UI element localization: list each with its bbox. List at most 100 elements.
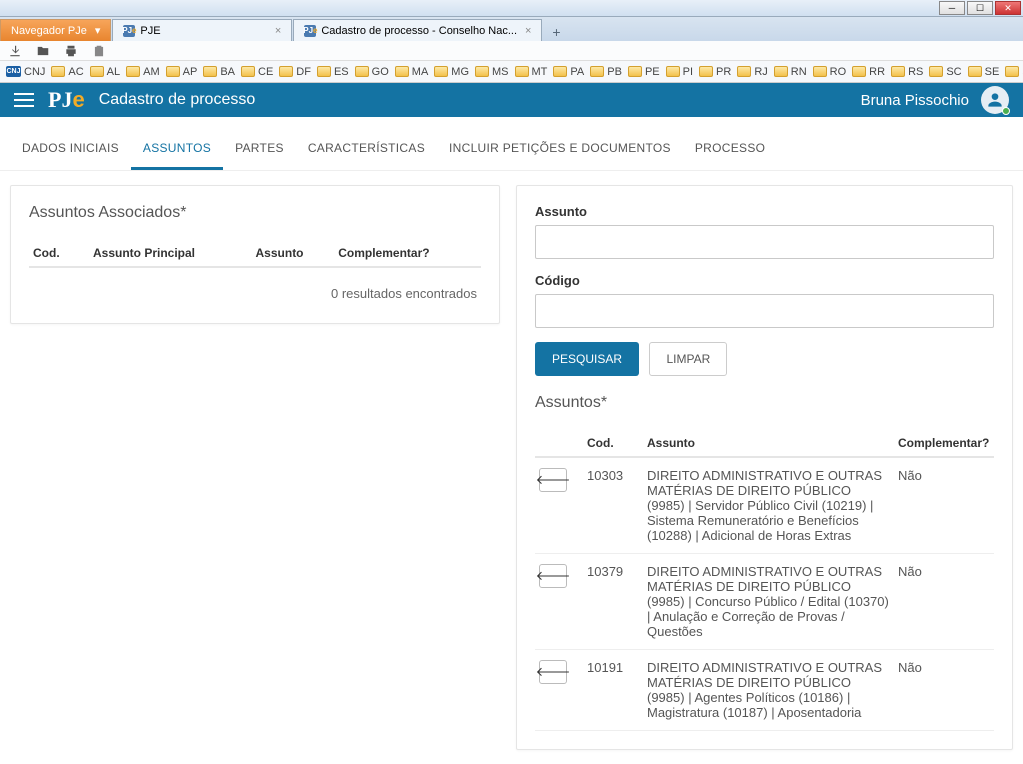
cell-cod: 10191	[583, 650, 643, 731]
folder-icon	[666, 66, 680, 77]
folder-icon	[51, 66, 65, 77]
bookmark-item[interactable]: MA	[395, 66, 429, 78]
col-cod: Cod.	[29, 240, 89, 267]
bookmark-item[interactable]: SC	[929, 66, 961, 78]
tab-dados-iniciais[interactable]: DADOS INICIAIS	[10, 135, 131, 170]
bookmark-item[interactable]: RS	[891, 66, 923, 78]
bookmark-item[interactable]: GO	[355, 66, 389, 78]
user-icon	[985, 90, 1005, 110]
folder-icon[interactable]	[36, 44, 50, 58]
table-row: 🡐 10191 DIREITO ADMINISTRATIVO E OUTRAS …	[535, 650, 994, 731]
bookmark-item[interactable]: RR	[852, 66, 885, 78]
bookmark-label: AC	[68, 66, 83, 78]
window-close-button[interactable]: ✕	[995, 1, 1021, 15]
folder-icon	[126, 66, 140, 77]
bookmark-item[interactable]: ES	[317, 66, 349, 78]
folder-icon	[279, 66, 293, 77]
add-assunto-button[interactable]: 🡐	[539, 660, 567, 684]
bookmark-label: AP	[183, 66, 198, 78]
bookmark-item[interactable]: RO	[813, 66, 847, 78]
bookmark-item[interactable]: SE	[968, 66, 1000, 78]
tab-partes[interactable]: PARTES	[223, 135, 296, 170]
bookmark-item[interactable]: AP	[166, 66, 198, 78]
add-assunto-button[interactable]: 🡐	[539, 468, 567, 492]
cell-cod: 10379	[583, 554, 643, 650]
print-icon[interactable]	[64, 44, 78, 58]
close-icon[interactable]: ×	[525, 25, 531, 37]
bookmark-label: RJ	[754, 66, 767, 78]
bookmark-label: MG	[451, 66, 469, 78]
browser-tab-cadastro[interactable]: PJe Cadastro de processo - Conselho Nac.…	[293, 19, 542, 41]
tab-assuntos[interactable]: ASSUNTOS	[131, 135, 223, 170]
folder-icon	[628, 66, 642, 77]
bookmark-item[interactable]: SP	[1005, 66, 1023, 78]
bookmark-item[interactable]: DF	[279, 66, 311, 78]
bookmark-item[interactable]: PA	[553, 66, 584, 78]
close-icon[interactable]: ×	[275, 25, 281, 37]
download-icon[interactable]	[8, 44, 22, 58]
pesquisar-button[interactable]: PESQUISAR	[535, 342, 639, 376]
bookmark-cnj[interactable]: CNJ CNJ	[6, 66, 45, 78]
codigo-input[interactable]	[535, 294, 994, 328]
user-name[interactable]: Bruna Pissochio	[861, 92, 969, 109]
assunto-input[interactable]	[535, 225, 994, 259]
page-title: Cadastro de processo	[99, 91, 256, 109]
bookmark-label: PI	[683, 66, 693, 78]
bookmark-item[interactable]: MG	[434, 66, 469, 78]
menu-button[interactable]	[14, 93, 34, 107]
folder-icon	[813, 66, 827, 77]
avatar[interactable]	[981, 86, 1009, 114]
bookmark-label: GO	[372, 66, 389, 78]
bookmark-item[interactable]: PR	[699, 66, 731, 78]
bookmark-label: PR	[716, 66, 731, 78]
bookmark-item[interactable]: PB	[590, 66, 622, 78]
browser-tab-pje[interactable]: PJe PJE ×	[112, 19, 292, 41]
browser-tab-label: Navegador PJe	[11, 25, 87, 37]
window-minimize-button[interactable]: ─	[939, 1, 965, 15]
bookmark-item[interactable]: RJ	[737, 66, 767, 78]
bookmark-label: CE	[258, 66, 273, 78]
bookmark-item[interactable]: AC	[51, 66, 83, 78]
folder-icon	[203, 66, 217, 77]
bookmark-label: CNJ	[24, 66, 45, 78]
cnj-icon: CNJ	[6, 66, 21, 77]
limpar-button[interactable]: LIMPAR	[649, 342, 727, 376]
assuntos-search-panel: Assunto Código PESQUISAR LIMPAR Assuntos…	[516, 185, 1013, 750]
bookmark-label: MT	[532, 66, 548, 78]
bookmark-label: AM	[143, 66, 160, 78]
bookmark-item[interactable]: MT	[515, 66, 548, 78]
clipboard-icon[interactable]	[92, 44, 106, 58]
codigo-label: Código	[535, 273, 994, 288]
bookmark-item[interactable]: AM	[126, 66, 160, 78]
section-title: Assuntos Associados*	[29, 204, 481, 222]
add-assunto-button[interactable]: 🡐	[539, 564, 567, 588]
bookmark-label: AL	[107, 66, 120, 78]
cell-compl: Não	[894, 554, 994, 650]
browser-tab-navegador[interactable]: Navegador PJe ▾	[0, 19, 111, 41]
bookmark-label: DF	[296, 66, 311, 78]
bookmark-item[interactable]: AL	[90, 66, 120, 78]
folder-icon	[852, 66, 866, 77]
bookmark-item[interactable]: BA	[203, 66, 235, 78]
bookmark-item[interactable]: PE	[628, 66, 660, 78]
folder-icon	[968, 66, 982, 77]
bookmark-item[interactable]: RN	[774, 66, 807, 78]
bookmark-item[interactable]: PI	[666, 66, 693, 78]
tab-peticoes[interactable]: INCLUIR PETIÇÕES E DOCUMENTOS	[437, 135, 683, 170]
browser-toolbar	[0, 41, 1023, 61]
folder-icon	[553, 66, 567, 77]
bookmark-label: SE	[985, 66, 1000, 78]
folder-icon	[774, 66, 788, 77]
new-tab-button[interactable]: +	[547, 23, 565, 41]
tab-caracteristicas[interactable]: CARACTERÍSTICAS	[296, 135, 437, 170]
window-maximize-button[interactable]: ☐	[967, 1, 993, 15]
folder-icon	[737, 66, 751, 77]
bookmark-item[interactable]: CE	[241, 66, 273, 78]
bookmark-item[interactable]: MS	[475, 66, 509, 78]
folder-icon	[699, 66, 713, 77]
col-assunto: Assunto	[643, 430, 894, 457]
bookmark-label: PE	[645, 66, 660, 78]
folder-icon	[891, 66, 905, 77]
col-principal: Assunto Principal	[89, 240, 252, 267]
tab-processo[interactable]: PROCESSO	[683, 135, 777, 170]
